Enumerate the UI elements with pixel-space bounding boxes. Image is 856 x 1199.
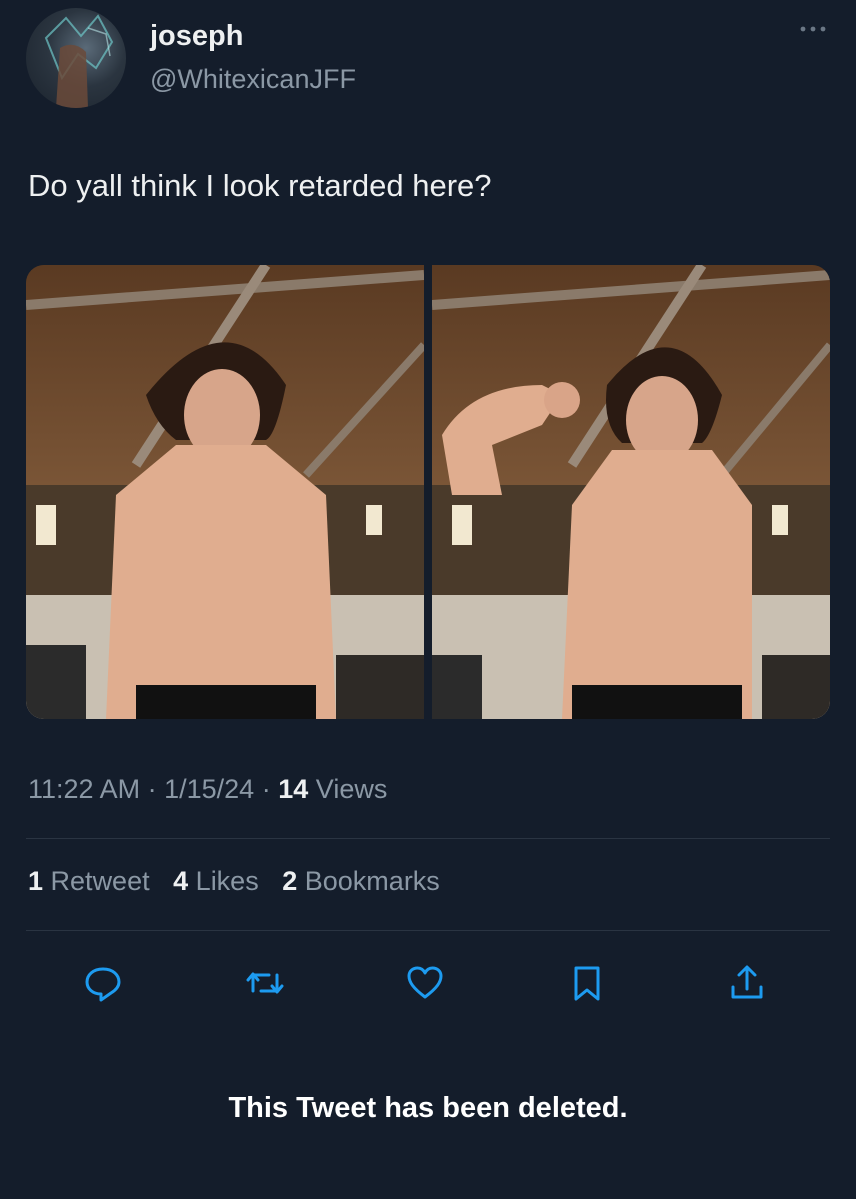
divider: [26, 838, 830, 839]
retweet-icon: [246, 972, 284, 994]
meta-separator: ·: [261, 774, 271, 804]
views-label: Views: [315, 774, 388, 804]
more-options-icon[interactable]: [798, 22, 828, 36]
action-bar: [0, 948, 856, 1018]
tweet-text: Do yall think I look retarded here?: [28, 168, 492, 203]
tweet-time[interactable]: 11:22 AM: [28, 774, 140, 804]
avatar-image: [44, 14, 114, 108]
reply-icon: [85, 967, 121, 1002]
retweet-button[interactable]: [240, 958, 290, 1008]
like-icon: [407, 966, 443, 999]
bookmark-icon: [574, 966, 600, 1001]
media-grid: [26, 265, 830, 719]
share-icon: [731, 965, 763, 999]
media-photo-2[interactable]: [432, 265, 830, 719]
meta-separator: ·: [147, 774, 157, 804]
avatar[interactable]: [26, 8, 126, 108]
divider: [26, 930, 830, 931]
like-button[interactable]: [400, 958, 450, 1008]
tweet-meta: 11:22 AM · 1/15/24 · 14 Views: [28, 774, 387, 805]
display-name[interactable]: joseph: [150, 20, 243, 53]
user-handle[interactable]: @WhitexicanJFF: [150, 64, 356, 95]
retweet-stat[interactable]: 1 Retweet: [28, 866, 150, 896]
likes-stat[interactable]: 4 Likes: [173, 866, 259, 896]
tweet-header: joseph @WhitexicanJFF: [26, 8, 836, 108]
media-photo-1[interactable]: [26, 265, 424, 719]
reply-button[interactable]: [78, 958, 128, 1008]
engagement-stats: 1 Retweet 4 Likes 2 Bookmarks: [28, 866, 456, 897]
share-button[interactable]: [722, 958, 772, 1008]
bookmark-button[interactable]: [562, 958, 612, 1008]
views-count: 14: [278, 774, 309, 804]
deleted-notice: This Tweet has been deleted.: [228, 1092, 628, 1124]
bookmarks-stat[interactable]: 2 Bookmarks: [282, 866, 440, 896]
tweet-date[interactable]: 1/15/24: [164, 774, 254, 804]
